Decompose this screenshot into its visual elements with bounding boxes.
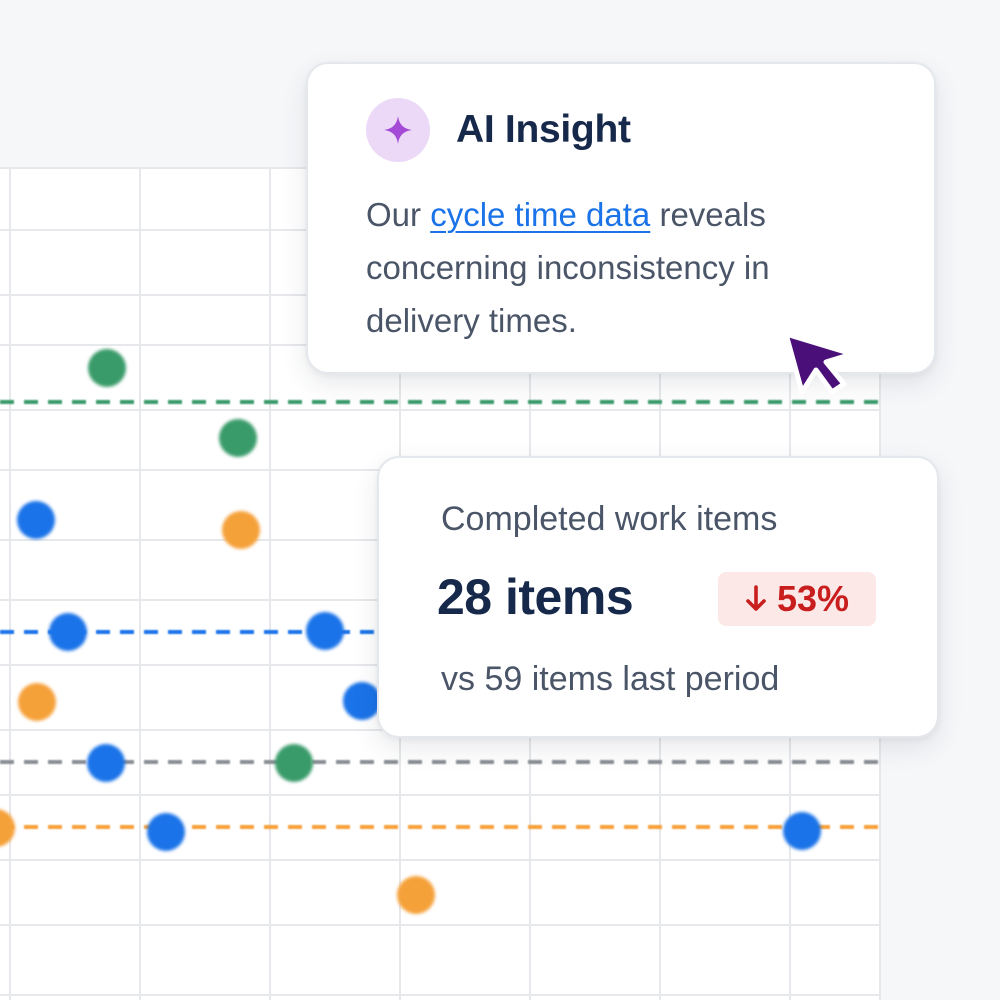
scatter-point (219, 419, 257, 457)
stats-value: 28 items (437, 569, 634, 625)
scatter-point (397, 876, 435, 914)
scatter-point (49, 613, 87, 651)
scatter-point (222, 511, 260, 549)
ai-insight-title: AI Insight (456, 108, 631, 151)
change-percent: 53% (776, 578, 850, 619)
ai-insight-card: AI Insight Our cycle time data reveals c… (306, 62, 936, 374)
cursor-arrow-icon (783, 331, 855, 395)
change-badge: 53% (718, 572, 876, 626)
ai-insight-text: Our cycle time data reveals concerning i… (366, 188, 886, 347)
stats-comparison: vs 59 items last period (441, 660, 780, 698)
scatter-point (17, 501, 55, 539)
cycle-time-data-link[interactable]: cycle time data (430, 196, 650, 233)
scatter-point (275, 744, 313, 782)
sparkle-icon (366, 98, 430, 162)
scatter-point (306, 612, 344, 650)
ai-insight-header: AI Insight (366, 98, 631, 162)
scatter-point (783, 812, 821, 850)
scatter-point (343, 682, 381, 720)
ai-insight-text-prefix: Our (366, 196, 431, 233)
stats-label: Completed work items (441, 500, 778, 538)
scatter-point (88, 349, 126, 387)
arrow-down-icon (746, 585, 766, 611)
scatter-point (147, 813, 185, 851)
scatter-point (18, 683, 56, 721)
completed-work-items-card: Completed work items 28 items 53% vs 59 … (377, 456, 939, 738)
scatter-point (87, 744, 125, 782)
